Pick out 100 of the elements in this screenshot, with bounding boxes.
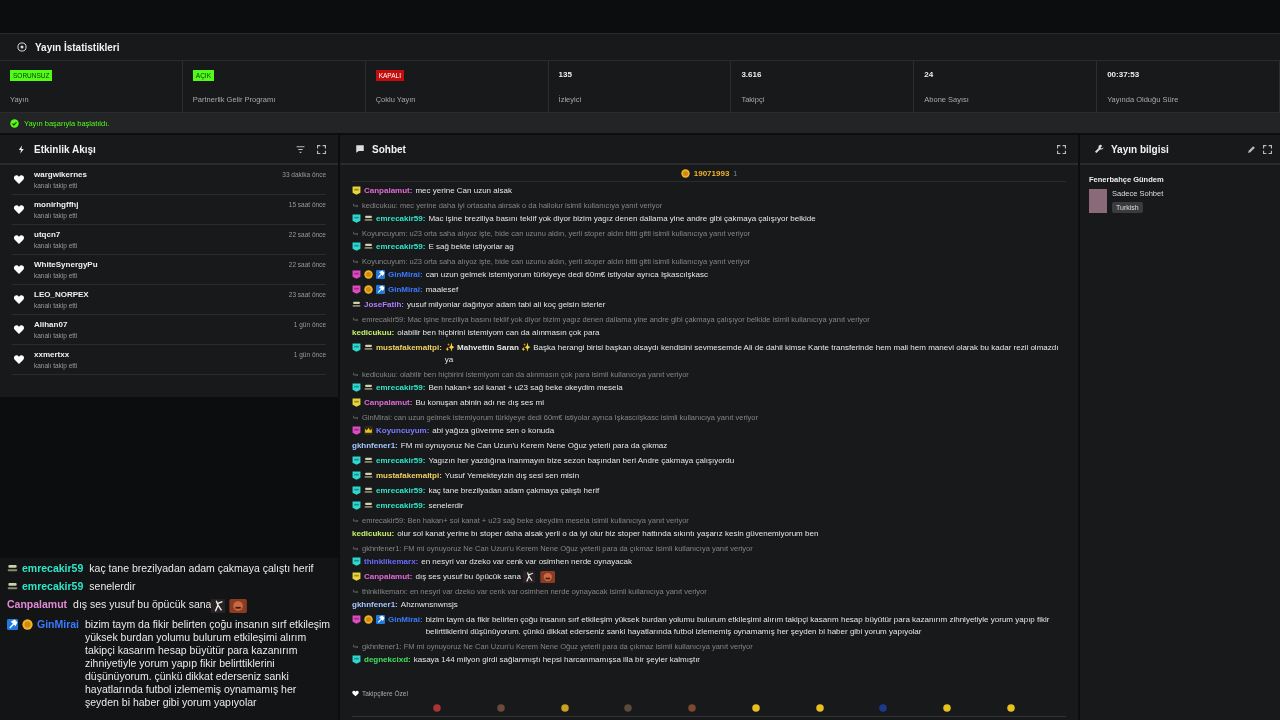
heart-icon bbox=[13, 204, 25, 215]
message-text: dış ses yusuf bu öpücük sana bbox=[73, 598, 212, 611]
panel-title: Sohbet bbox=[372, 143, 407, 155]
face-emote-icon bbox=[539, 570, 556, 583]
wrench-icon bbox=[1094, 144, 1104, 154]
chat-username[interactable]: Koyuncuyum: bbox=[376, 424, 430, 437]
message-text: kaç tane brezilyadan adam çakmaya çalıştı herif bbox=[89, 562, 314, 575]
chat-bubble-icon bbox=[355, 144, 365, 154]
dancer-emote-icon bbox=[211, 599, 226, 613]
message-text: Bu konuşan abinin adı ne dış ses mi bbox=[415, 396, 544, 409]
chat-username[interactable]: GinMirai: bbox=[388, 268, 423, 281]
chat-username[interactable]: Canpalamut: bbox=[364, 396, 413, 409]
message-text: Ben hakan+ sol kanat + u23 sağ beke okeydim mesela bbox=[428, 381, 623, 394]
chat-username[interactable]: mustafakemaltpi: bbox=[376, 341, 442, 354]
chat-username[interactable]: GinMirai: bbox=[388, 613, 423, 626]
chat-username[interactable]: mustafakemaltpi: bbox=[376, 469, 442, 482]
stat-value: 24 bbox=[924, 70, 934, 79]
chat-username[interactable]: emrecakir59: bbox=[376, 454, 426, 467]
message-text: FM mi oynuyoruz Ne Can Uzun'u Kerem Nene Oğuz yeterli para da çıkmaz bbox=[400, 439, 668, 452]
category-thumbnail bbox=[1089, 189, 1107, 213]
hammer-icon bbox=[7, 619, 18, 630]
message-text: bizim taym da fikir belirten çoğu insanın sırf etkileşim yüksek burdan yolumu bulurum etkileşimi alırım takipçi kasarım hesap büyütür para kazanırım zihniyetiyle yorum yapıp fikir belirttiklerini düşünüyorum. çünkü dikkat ederseniz sanki hayatlarında futbol izlememiş oynamamış her şeyden bi haber gibi yorum yapıyolar bbox=[425, 613, 1051, 638]
heart-icon bbox=[13, 294, 25, 305]
event-username: utqcn7 bbox=[34, 230, 62, 239]
reply-icon bbox=[352, 316, 359, 323]
reply-icon bbox=[352, 258, 359, 265]
chat-username[interactable]: emrecakir59: bbox=[376, 381, 426, 394]
message-text: mec yerine Can uzun alsak bbox=[415, 184, 512, 197]
message-text: Mac işine breziliya basını teklif yok diyor bizim yagız denen dallama yine andre gibi çakmaya çalışıyor belkide bbox=[428, 212, 816, 225]
emote-icon[interactable] bbox=[559, 702, 570, 713]
reply-icon bbox=[352, 202, 359, 209]
message-text: Yusuf Yemekteyizin dış sesi sen misin bbox=[444, 469, 580, 482]
message-text: can uzun gelmek istemiyorum türkiyeye dedi 60m€ istiyolar ayrıca Işkascılşkasc bbox=[425, 268, 708, 281]
heart-icon bbox=[352, 689, 359, 697]
chat-username: emrecakir59 bbox=[22, 562, 84, 575]
chat-username[interactable]: emrecakir59: bbox=[376, 240, 426, 253]
chat-username[interactable]: emrecakir59: bbox=[376, 212, 426, 225]
chat-username[interactable]: degnekcixd: bbox=[364, 653, 411, 666]
message-text: Yagızın her yazdığına inanmayın bize sezon başından beri Andre çakmaya çalışıyordu bbox=[428, 454, 735, 467]
heart-icon bbox=[13, 174, 25, 185]
message-text: abi yağıza güvenme sen o konuda bbox=[432, 424, 555, 437]
emote-icon[interactable] bbox=[814, 702, 825, 713]
reply-icon bbox=[352, 517, 359, 524]
pinned-username: 19071993 bbox=[693, 168, 730, 178]
pencil-icon[interactable] bbox=[1247, 144, 1256, 154]
coin-icon bbox=[680, 168, 690, 178]
check-circle-icon bbox=[10, 118, 19, 128]
message-text: olur sol kanat yerine bı stoper daha alsak yerli o da iyi olur biz stoper hattında sıkıntı yaşarız kesin güvenemiyorum ben bbox=[397, 527, 819, 540]
message-text: dış ses yusuf bu öpücük sana bbox=[415, 570, 521, 583]
message-text: Ahznwnsnwnsjs bbox=[400, 598, 458, 611]
chat-username[interactable]: Canpalamut: bbox=[364, 184, 413, 197]
message-text: olabilir ben hiçbirini istemiyom can da alınmasın çok para bbox=[397, 326, 600, 339]
target-icon bbox=[17, 42, 27, 52]
chat-username: emrecakir59 bbox=[22, 580, 84, 593]
event-username: xxmertxx bbox=[34, 350, 71, 359]
reply-icon bbox=[352, 588, 359, 595]
emote-icon[interactable] bbox=[1005, 702, 1016, 713]
stat-value: 135 bbox=[558, 70, 572, 79]
filter-icon[interactable] bbox=[296, 144, 305, 154]
chat-username[interactable]: Canpalamut: bbox=[364, 570, 413, 583]
panel-title: Yayın bilgisi bbox=[1111, 143, 1170, 155]
chat-username[interactable]: kedicukuu: bbox=[352, 326, 395, 339]
hammer-icon bbox=[376, 270, 385, 279]
heart-icon bbox=[13, 324, 25, 335]
event-username: Alihan07 bbox=[34, 320, 69, 329]
reply-icon bbox=[352, 371, 359, 378]
event-username: LEO_NORPEX bbox=[34, 290, 90, 299]
emote-icon[interactable] bbox=[942, 702, 953, 713]
chat-username[interactable]: kedicukuu: bbox=[352, 527, 395, 540]
chat-username[interactable]: gkhnfener1: bbox=[352, 598, 398, 611]
chat-username: Canpalamut bbox=[7, 598, 68, 611]
lightning-icon bbox=[17, 143, 26, 155]
chat-username[interactable]: emrecakir59: bbox=[376, 484, 426, 497]
chat-username: GinMirai bbox=[37, 618, 79, 631]
chat-username[interactable]: thinklikemarx: bbox=[364, 555, 419, 568]
chat-username[interactable]: emrecakir59: bbox=[376, 499, 426, 512]
reply-icon bbox=[352, 545, 359, 552]
coin-icon bbox=[22, 619, 33, 630]
chat-username[interactable]: JoseFatih: bbox=[364, 298, 404, 311]
message-text: E sağ bekte istiyorlar ag bbox=[428, 240, 514, 253]
reply-icon bbox=[352, 414, 359, 421]
message-text: kasaya 144 milyon girdi sağlanmıştı hepsi harcanmamışsa illa bir şeyler kalmıştır bbox=[413, 653, 701, 666]
expand-icon[interactable] bbox=[1263, 144, 1272, 154]
message-text: maalesef bbox=[425, 283, 459, 296]
hammer-icon bbox=[376, 285, 385, 294]
chat-username[interactable]: GinMirai: bbox=[388, 283, 423, 296]
message-text: en nesyri var dzeko var cenk var osimhen nerde oynayacak bbox=[421, 555, 633, 568]
event-username: wargwikernes bbox=[34, 170, 88, 179]
event-username: monirhgffhj bbox=[34, 200, 80, 209]
expand-icon[interactable] bbox=[1057, 144, 1066, 154]
message-text: senelerdir bbox=[428, 499, 464, 512]
event-username: WhiteSynergyPu bbox=[34, 260, 99, 269]
panel-title: Yayın İstatistikleri bbox=[35, 41, 120, 53]
chat-username[interactable]: gkhnfener1: bbox=[352, 439, 398, 452]
emote-icon[interactable] bbox=[750, 702, 761, 713]
message-text: yusuf milyonlar dağıtıyor adam tabi ali koç gelsin isterler bbox=[407, 298, 606, 311]
face-emote-icon bbox=[229, 599, 248, 613]
expand-icon[interactable] bbox=[317, 144, 326, 154]
heart-icon bbox=[13, 264, 25, 275]
message-text: ✨ Mahvettin Saran ✨ Başka herangi birisi başkan olsaydı kendisini sevmesemde Ali de dahil kimse Kante transferinde hem mali hem manevi olarak bu kadar rezil olmazdı ya bbox=[444, 341, 1060, 366]
